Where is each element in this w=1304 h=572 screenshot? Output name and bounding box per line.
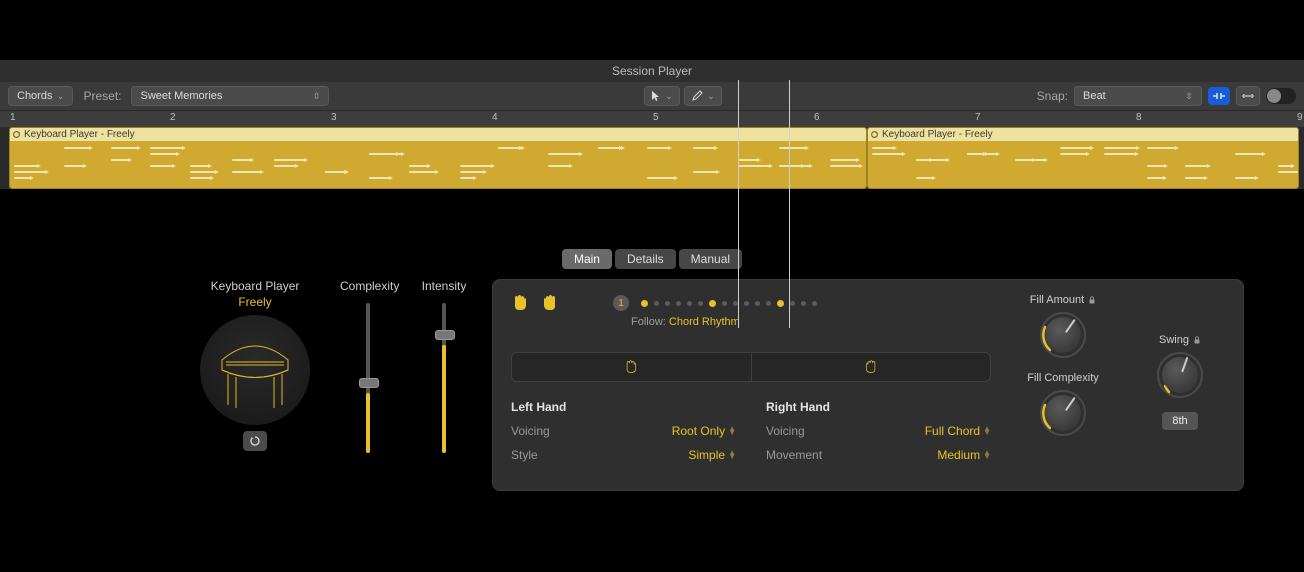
pencil-icon (691, 90, 703, 102)
swing-label: Swing (1135, 334, 1225, 346)
chevron-down-icon: ⌄ (707, 91, 715, 102)
left-hand-small-icon (624, 360, 638, 374)
tab-manual[interactable]: Manual (679, 249, 742, 269)
chevron-down-icon: ⌄ (665, 91, 673, 102)
tab-main[interactable]: Main (562, 249, 612, 269)
swing-value[interactable]: 8th (1162, 412, 1197, 430)
right-hand-small-icon (864, 360, 878, 374)
lock-icon (1193, 336, 1201, 344)
link-button[interactable] (1236, 86, 1260, 106)
toolbar-toggle[interactable] (1266, 88, 1296, 104)
fill-knobs-col: Fill Amount Fill Complexity (1013, 294, 1113, 472)
right-hand-title: Right Hand (766, 400, 991, 414)
swing-col: Swing 8th (1135, 294, 1225, 472)
left-style-value[interactable]: Simple▲▼ (688, 448, 736, 462)
intensity-label: Intensity (416, 279, 472, 293)
tool-group: ⌄ ⌄ (644, 86, 722, 106)
catch-playhead-button[interactable] (1208, 87, 1230, 105)
player-name: Freely (190, 295, 320, 309)
region-name: Keyboard Player - Freely (882, 129, 993, 140)
ruler-mark: 9 (1297, 112, 1303, 123)
stepper-icon: ⇳ (312, 91, 320, 102)
window-title: Session Player (0, 60, 1304, 82)
pencil-tool[interactable]: ⌄ (684, 86, 722, 106)
callout-line-main (738, 80, 739, 328)
chords-label: Chords (17, 90, 52, 102)
pattern-number[interactable]: 1 (613, 295, 629, 311)
main-panel: 1 Follow: Chord Rhythm (492, 279, 1244, 491)
left-voicing-value[interactable]: Root Only▲▼ (672, 424, 736, 438)
right-movement-label: Movement (766, 448, 822, 462)
hand-tabs (511, 352, 991, 382)
callout-line-details (789, 80, 790, 328)
refresh-icon (249, 435, 261, 447)
right-movement-value[interactable]: Medium▲▼ (937, 448, 991, 462)
follow-label: Follow: (631, 316, 666, 328)
ruler-mark: 1 (10, 112, 16, 123)
fill-amount-label: Fill Amount (1013, 294, 1113, 306)
left-hand-col: Left Hand Voicing Root Only▲▼ Style Simp… (511, 400, 736, 472)
snap-value: Beat (1083, 90, 1106, 102)
piano-icon (210, 330, 300, 410)
right-hand-tab[interactable] (751, 353, 991, 381)
intensity-slider[interactable] (442, 303, 446, 453)
swing-knob[interactable] (1157, 352, 1203, 398)
tab-details[interactable]: Details (615, 249, 676, 269)
preset-select[interactable]: Sweet Memories ⇳ (131, 86, 329, 106)
follow-row: Follow: Chord Rhythm (631, 316, 991, 328)
ruler-mark: 6 (814, 112, 820, 123)
ruler-mark: 3 (331, 112, 337, 123)
loop-icon (12, 130, 21, 139)
complexity-label: Complexity (340, 279, 396, 293)
ruler-mark: 2 (170, 112, 176, 123)
pointer-icon (651, 90, 661, 102)
stepper-icon: ⇳ (1185, 91, 1193, 102)
editor-tabs: Main Details Manual (0, 249, 1304, 269)
complexity-slider[interactable] (366, 303, 370, 453)
fill-complexity-label: Fill Complexity (1013, 372, 1113, 384)
player-title: Keyboard Player (190, 279, 320, 293)
region[interactable]: Keyboard Player - Freely (867, 127, 1299, 189)
link-icon (1241, 91, 1255, 101)
region-lane[interactable]: Keyboard Player - Freely Keyboard Player… (0, 127, 1304, 189)
lock-icon (1088, 296, 1096, 304)
loop-icon (870, 130, 879, 139)
chords-button[interactable]: Chords ⌄ (8, 86, 73, 106)
snap-select[interactable]: Beat ⇳ (1074, 86, 1202, 106)
right-voicing-label: Voicing (766, 424, 805, 438)
fill-complexity-knob[interactable] (1040, 390, 1086, 436)
region-name: Keyboard Player - Freely (24, 129, 135, 140)
player-avatar[interactable] (200, 315, 310, 425)
refresh-button[interactable] (243, 431, 267, 451)
right-hand-col: Right Hand Voicing Full Chord▲▼ Movement… (766, 400, 991, 472)
snap-label: Snap: (1037, 89, 1068, 103)
right-voicing-value[interactable]: Full Chord▲▼ (925, 424, 991, 438)
right-hand-icon[interactable] (541, 294, 559, 312)
intensity-slider-col: Intensity (416, 279, 472, 491)
ruler-mark: 4 (492, 112, 498, 123)
left-hand-title: Left Hand (511, 400, 736, 414)
preset-label: Preset: (83, 89, 121, 103)
left-style-label: Style (511, 448, 538, 462)
complexity-slider-col: Complexity (340, 279, 396, 491)
pointer-tool[interactable]: ⌄ (644, 86, 680, 106)
follow-value[interactable]: Chord Rhythm (669, 316, 740, 328)
left-voicing-label: Voicing (511, 424, 550, 438)
chevron-down-icon: ⌄ (56, 91, 64, 102)
ruler-mark: 8 (1136, 112, 1142, 123)
preset-value: Sweet Memories (140, 90, 222, 102)
pattern-dots[interactable] (641, 300, 817, 307)
left-hand-icon[interactable] (511, 294, 529, 312)
fill-amount-knob[interactable] (1040, 312, 1086, 358)
ruler-mark: 7 (975, 112, 981, 123)
player-column: Keyboard Player Freely (190, 279, 320, 491)
left-hand-tab[interactable] (512, 353, 751, 381)
timeline-ruler[interactable]: 1 2 3 4 5 6 7 8 9 (0, 111, 1304, 127)
ruler-mark: 5 (653, 112, 659, 123)
toolbar: Chords ⌄ Preset: Sweet Memories ⇳ ⌄ ⌄ Sn… (0, 82, 1304, 111)
